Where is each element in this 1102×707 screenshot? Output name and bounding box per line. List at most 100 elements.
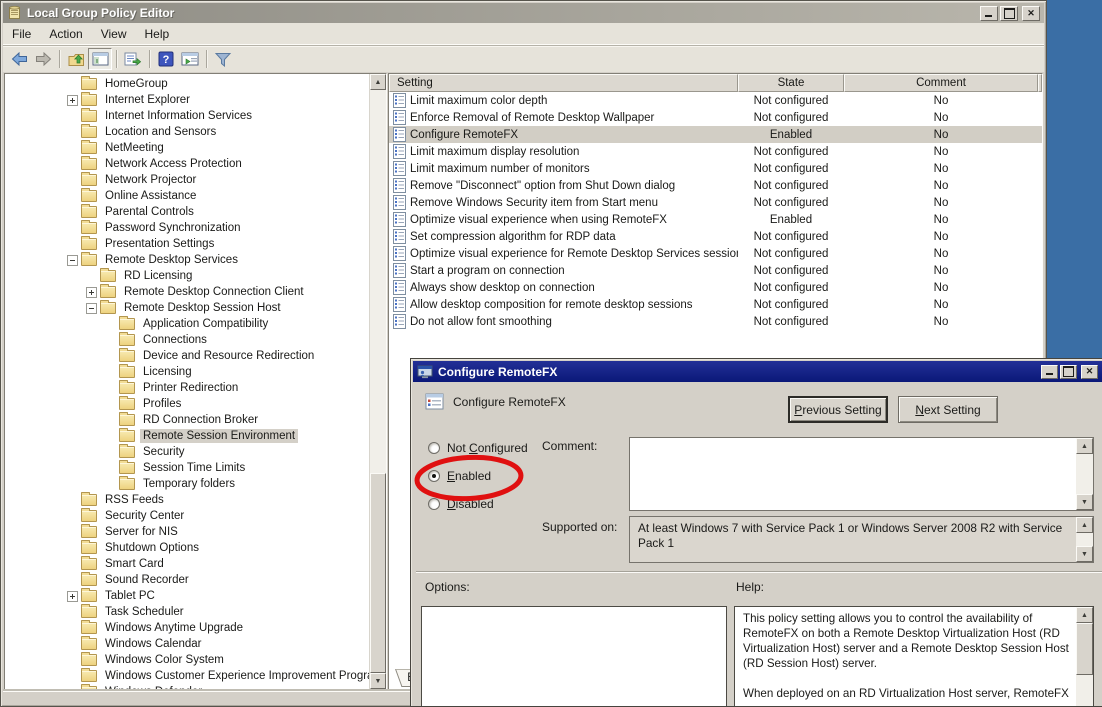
tree-item[interactable]: Remote Desktop Session Host: [5, 300, 386, 316]
tree-item[interactable]: Remote Session Environment: [5, 428, 386, 444]
policy-row[interactable]: Configure RemoteFX Enabled No: [389, 126, 1042, 143]
next-setting-button[interactable]: Next Setting: [898, 396, 998, 423]
policy-row[interactable]: Do not allow font smoothing Not configur…: [389, 313, 1042, 330]
tree-item[interactable]: Remote Desktop Connection Client: [5, 284, 386, 300]
help-text-box[interactable]: This policy setting allows you to contro…: [734, 606, 1094, 707]
scroll-down-button[interactable]: ▼: [370, 673, 386, 689]
menu-view[interactable]: View: [92, 24, 136, 44]
tree-scrollbar[interactable]: ▲ ▼: [369, 74, 386, 689]
expand-toggle-icon[interactable]: [67, 255, 78, 266]
tree-item[interactable]: Parental Controls: [5, 204, 386, 220]
tree-item[interactable]: RSS Feeds: [5, 492, 386, 508]
scroll-up-button[interactable]: ▲: [1076, 607, 1093, 623]
policy-row[interactable]: Limit maximum color depth Not configured…: [389, 92, 1042, 109]
policy-row[interactable]: Optimize visual experience for Remote De…: [389, 245, 1042, 262]
menu-file[interactable]: File: [3, 24, 40, 44]
radio-option[interactable]: Not Configured: [428, 440, 528, 455]
close-button[interactable]: ✕: [1022, 6, 1040, 21]
forward-button[interactable]: [31, 48, 55, 70]
tree-item[interactable]: Device and Resource Redirection: [5, 348, 386, 364]
tree-item[interactable]: Windows Customer Experience Improvement …: [5, 668, 386, 684]
policy-row[interactable]: Optimize visual experience when using Re…: [389, 211, 1042, 228]
tree-item[interactable]: Smart Card: [5, 556, 386, 572]
policy-row[interactable]: Start a program on connection Not config…: [389, 262, 1042, 279]
tree-item[interactable]: Security Center: [5, 508, 386, 524]
export-list-button[interactable]: [121, 48, 145, 70]
dialog-title-bar[interactable]: Configure RemoteFX ✕: [413, 361, 1102, 382]
tree-item[interactable]: Temporary folders: [5, 476, 386, 492]
scroll-up-button[interactable]: ▲: [1076, 438, 1093, 454]
expand-toggle-icon[interactable]: [67, 591, 78, 602]
dialog-minimize-button[interactable]: [1041, 365, 1058, 379]
tree-item[interactable]: Windows Defender: [5, 684, 386, 690]
supported-scrollbar[interactable]: ▲ ▼: [1076, 517, 1093, 562]
tree-item[interactable]: Network Access Protection: [5, 156, 386, 172]
policy-row[interactable]: Remove "Disconnect" option from Shut Dow…: [389, 177, 1042, 194]
scroll-up-button[interactable]: ▲: [1076, 517, 1093, 533]
tree-item[interactable]: Windows Color System: [5, 652, 386, 668]
policy-row[interactable]: Remove Windows Security item from Start …: [389, 194, 1042, 211]
comment-scrollbar[interactable]: ▲ ▼: [1076, 438, 1093, 510]
policy-row[interactable]: Set compression algorithm for RDP data N…: [389, 228, 1042, 245]
up-one-level-button[interactable]: [64, 48, 88, 70]
expand-toggle-icon[interactable]: [86, 303, 97, 314]
expand-toggle-icon[interactable]: [67, 95, 78, 106]
policy-row[interactable]: Enforce Removal of Remote Desktop Wallpa…: [389, 109, 1042, 126]
tree-item[interactable]: Location and Sensors: [5, 124, 386, 140]
tree-item[interactable]: Internet Explorer: [5, 92, 386, 108]
expand-toggle-icon[interactable]: [86, 287, 97, 298]
maximize-button[interactable]: [1000, 6, 1018, 21]
scrollbar-thumb[interactable]: [370, 473, 386, 673]
comment-textarea[interactable]: ▲ ▼: [629, 437, 1094, 511]
scroll-down-button[interactable]: ▼: [1076, 494, 1093, 510]
policy-row[interactable]: Allow desktop composition for remote des…: [389, 296, 1042, 313]
policy-row[interactable]: Limit maximum display resolution Not con…: [389, 143, 1042, 160]
help-button[interactable]: ?: [154, 48, 178, 70]
column-header-comment[interactable]: Comment: [844, 74, 1038, 92]
column-header-setting[interactable]: Setting: [389, 74, 738, 92]
policy-row[interactable]: Always show desktop on connection Not co…: [389, 279, 1042, 296]
title-bar[interactable]: Local Group Policy Editor ✕: [3, 3, 1044, 23]
tree-item[interactable]: Shutdown Options: [5, 540, 386, 556]
back-button[interactable]: [7, 48, 31, 70]
tree-item[interactable]: NetMeeting: [5, 140, 386, 156]
tree-item[interactable]: RD Licensing: [5, 268, 386, 284]
tree-item[interactable]: HomeGroup: [5, 76, 386, 92]
tree-item[interactable]: Internet Information Services: [5, 108, 386, 124]
tree-item[interactable]: Printer Redirection: [5, 380, 386, 396]
tree-item[interactable]: Online Assistance: [5, 188, 386, 204]
menu-help[interactable]: Help: [136, 24, 179, 44]
tree-item[interactable]: Application Compatibility: [5, 316, 386, 332]
tree-item[interactable]: Windows Calendar: [5, 636, 386, 652]
tree-item[interactable]: Licensing: [5, 364, 386, 380]
tree-item[interactable]: Network Projector: [5, 172, 386, 188]
tree-item[interactable]: Security: [5, 444, 386, 460]
filter-button[interactable]: [211, 48, 235, 70]
previous-setting-button[interactable]: Previous Setting: [788, 396, 888, 423]
tree-item[interactable]: Sound Recorder: [5, 572, 386, 588]
tree-item[interactable]: Remote Desktop Services: [5, 252, 386, 268]
radio-option[interactable]: Enabled: [428, 468, 528, 483]
help-scrollbar[interactable]: ▲: [1076, 607, 1093, 707]
dialog-close-button[interactable]: ✕: [1081, 365, 1098, 379]
show-extended-pane-button[interactable]: [178, 48, 202, 70]
policy-row[interactable]: Limit maximum number of monitors Not con…: [389, 160, 1042, 177]
radio-option[interactable]: Disabled: [428, 496, 528, 511]
tree-item[interactable]: Profiles: [5, 396, 386, 412]
tree-item[interactable]: Server for NIS: [5, 524, 386, 540]
tree-item[interactable]: RD Connection Broker: [5, 412, 386, 428]
tree-item[interactable]: Connections: [5, 332, 386, 348]
dialog-maximize-button[interactable]: [1060, 365, 1077, 379]
tree-item[interactable]: Password Synchronization: [5, 220, 386, 236]
tree-item[interactable]: Tablet PC: [5, 588, 386, 604]
tree-item[interactable]: Task Scheduler: [5, 604, 386, 620]
scroll-down-button[interactable]: ▼: [1076, 546, 1093, 562]
scroll-up-button[interactable]: ▲: [370, 74, 386, 90]
tree-item[interactable]: Presentation Settings: [5, 236, 386, 252]
show-console-tree-button[interactable]: [88, 48, 112, 70]
tree-item[interactable]: Session Time Limits: [5, 460, 386, 476]
column-header-state[interactable]: State: [738, 74, 844, 92]
minimize-button[interactable]: [980, 6, 998, 21]
menu-action[interactable]: Action: [40, 24, 91, 44]
tree-item[interactable]: Windows Anytime Upgrade: [5, 620, 386, 636]
